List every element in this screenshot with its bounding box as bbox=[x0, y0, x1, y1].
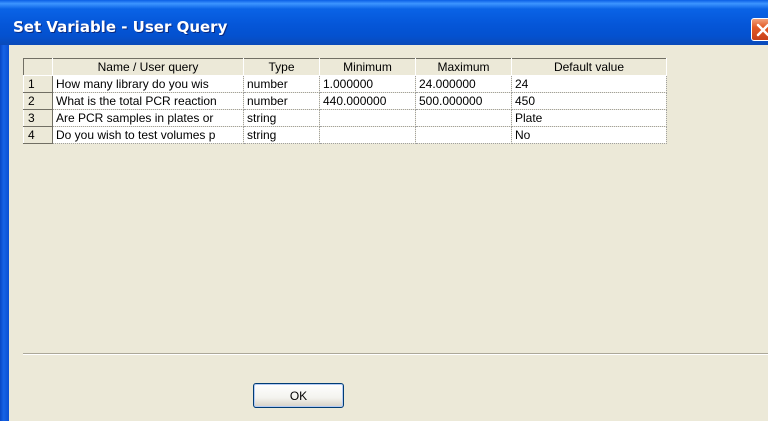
column-header-maximum[interactable]: Maximum bbox=[415, 58, 512, 76]
cell-default-value[interactable]: Plate bbox=[511, 109, 667, 127]
row-number[interactable]: 4 bbox=[23, 126, 53, 144]
cell-minimum[interactable] bbox=[319, 126, 416, 144]
cell-type[interactable]: number bbox=[243, 75, 320, 93]
cell-minimum[interactable]: 1.000000 bbox=[319, 75, 416, 93]
close-button[interactable] bbox=[751, 18, 768, 41]
cell-name[interactable]: Are PCR samples in plates or bbox=[52, 109, 244, 127]
table-row[interactable]: 4 Do you wish to test volumes p string N… bbox=[23, 126, 667, 144]
cell-maximum[interactable]: 500.000000 bbox=[415, 92, 512, 110]
close-icon bbox=[756, 23, 768, 37]
cell-name[interactable]: What is the total PCR reaction bbox=[52, 92, 244, 110]
row-number[interactable]: 3 bbox=[23, 109, 53, 127]
row-number[interactable]: 2 bbox=[23, 92, 53, 110]
table-row[interactable]: 1 How many library do you wis number 1.0… bbox=[23, 75, 667, 93]
cell-maximum[interactable] bbox=[415, 109, 512, 127]
dialog-separator bbox=[23, 353, 768, 355]
cell-type[interactable]: number bbox=[243, 92, 320, 110]
column-header-type[interactable]: Type bbox=[243, 58, 320, 76]
column-header-name[interactable]: Name / User query bbox=[52, 58, 244, 76]
ok-button[interactable]: OK bbox=[253, 383, 344, 408]
column-header-default-value[interactable]: Default value bbox=[511, 58, 667, 76]
window-frame-left bbox=[0, 45, 9, 421]
cell-name[interactable]: How many library do you wis bbox=[52, 75, 244, 93]
column-header-minimum[interactable]: Minimum bbox=[319, 58, 416, 76]
set-variable-dialog: Set Variable - User Query Name / User qu… bbox=[0, 0, 768, 421]
cell-default-value[interactable]: 450 bbox=[511, 92, 667, 110]
table-row[interactable]: 2 What is the total PCR reaction number … bbox=[23, 92, 667, 110]
cell-maximum[interactable] bbox=[415, 126, 512, 144]
cell-minimum[interactable] bbox=[319, 109, 416, 127]
table-row[interactable]: 3 Are PCR samples in plates or string Pl… bbox=[23, 109, 667, 127]
cell-name[interactable]: Do you wish to test volumes p bbox=[52, 126, 244, 144]
cell-type[interactable]: string bbox=[243, 126, 320, 144]
title-bar[interactable]: Set Variable - User Query bbox=[0, 0, 768, 45]
corner-header-cell[interactable] bbox=[23, 58, 53, 76]
grid-header-row: Name / User query Type Minimum Maximum D… bbox=[23, 58, 667, 76]
user-query-grid: Name / User query Type Minimum Maximum D… bbox=[23, 58, 667, 144]
cell-default-value[interactable]: 24 bbox=[511, 75, 667, 93]
row-number[interactable]: 1 bbox=[23, 75, 53, 93]
cell-minimum[interactable]: 440.000000 bbox=[319, 92, 416, 110]
cell-default-value[interactable]: No bbox=[511, 126, 667, 144]
cell-type[interactable]: string bbox=[243, 109, 320, 127]
cell-maximum[interactable]: 24.000000 bbox=[415, 75, 512, 93]
window-title: Set Variable - User Query bbox=[13, 18, 228, 36]
